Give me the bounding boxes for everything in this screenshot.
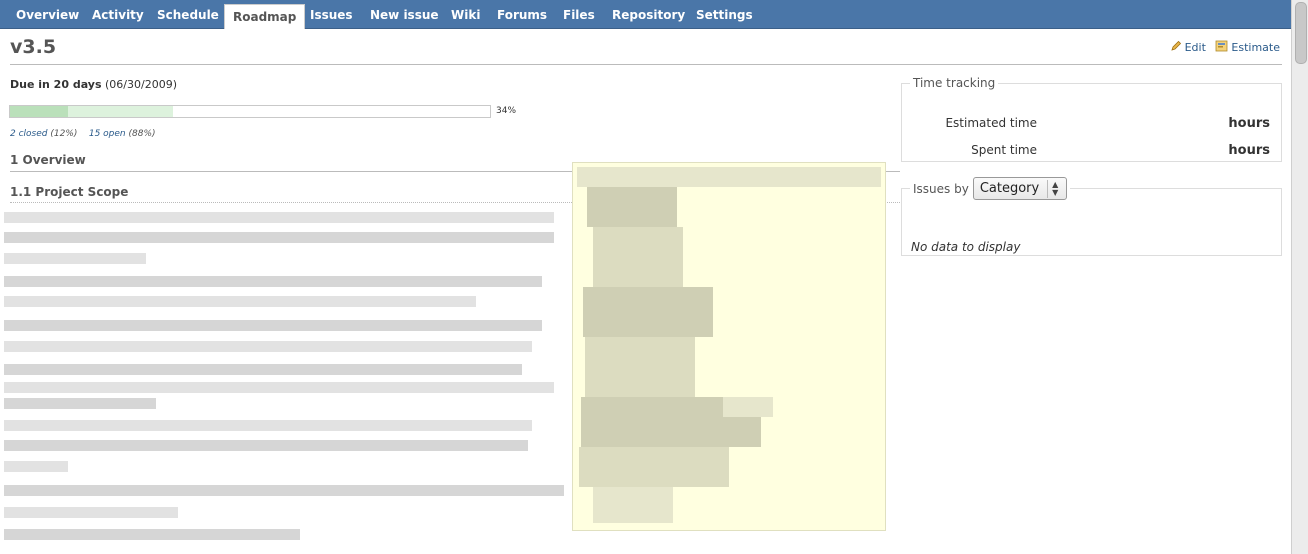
- tab-issues[interactable]: Issues: [302, 0, 361, 28]
- time-tracking-legend: Time tracking: [913, 76, 996, 90]
- issues-by-select[interactable]: Category ▲ ▼: [972, 177, 1068, 200]
- estimated-time-value: hours: [1228, 116, 1270, 131]
- due-date-value: (06/30/2009): [105, 78, 177, 91]
- spent-time-label: Spent time: [971, 143, 1037, 157]
- estimate-icon: [1215, 40, 1228, 55]
- estimate-label: Estimate: [1231, 41, 1280, 54]
- contextual-actions: Edit Estimate: [1164, 40, 1280, 55]
- due-label: Due in 20 days: [10, 78, 102, 91]
- issues-by-selected: Category: [979, 181, 1040, 196]
- closed-issues-percent: (12%): [50, 129, 78, 139]
- main-menu: Overview Activity Schedule Roadmap Issue…: [0, 0, 1292, 29]
- tab-overview[interactable]: Overview: [8, 0, 87, 28]
- estimate-link[interactable]: Estimate: [1215, 40, 1280, 55]
- tab-wiki[interactable]: Wiki: [443, 0, 488, 28]
- pencil-icon: [1170, 40, 1182, 55]
- tab-forums[interactable]: Forums: [489, 0, 555, 28]
- closed-issues-link[interactable]: 2 closed: [10, 129, 47, 139]
- no-data-message: No data to display: [911, 240, 1021, 254]
- tab-activity[interactable]: Activity: [84, 0, 152, 28]
- title-divider: [10, 64, 1282, 65]
- scrollbar-thumb[interactable]: [1295, 2, 1307, 64]
- issues-by-legend: Issues by Category ▲ ▼: [910, 177, 1070, 200]
- time-tracking-box: Time tracking Estimated time hours Spent…: [901, 76, 1282, 162]
- page-title: v3.5: [10, 36, 57, 58]
- wiki-heading-scope: 1.1 Project Scope: [10, 185, 129, 199]
- edit-link[interactable]: Edit: [1170, 40, 1206, 55]
- open-issues-link[interactable]: 15 open: [89, 129, 126, 139]
- due-date: Due in 20 days (06/30/2009): [10, 78, 177, 91]
- issues-by-label: Issues by: [913, 181, 969, 196]
- vertical-scrollbar[interactable]: [1291, 0, 1308, 554]
- progress-closed: [10, 106, 68, 117]
- edit-label: Edit: [1184, 41, 1206, 54]
- tab-repository[interactable]: Repository: [604, 0, 693, 28]
- select-arrows-icon: ▲ ▼: [1047, 179, 1062, 198]
- tab-files[interactable]: Files: [555, 0, 603, 28]
- issue-counts: 2 closed (12%) 15 open (88%): [10, 129, 156, 139]
- progress-bar: [9, 105, 491, 118]
- tab-roadmap[interactable]: Roadmap: [224, 4, 306, 29]
- wiki-heading-overview: 1 Overview: [10, 153, 86, 167]
- progress-done: [68, 106, 173, 117]
- progress-percent: 34%: [496, 106, 517, 116]
- tab-schedule[interactable]: Schedule: [149, 0, 227, 28]
- spent-time-value: hours: [1228, 143, 1270, 158]
- estimated-time-label: Estimated time: [945, 116, 1037, 130]
- embedded-image: [572, 162, 886, 531]
- issues-by-box: Issues by Category ▲ ▼ No data to display: [901, 177, 1282, 256]
- tab-settings[interactable]: Settings: [688, 0, 761, 28]
- tab-new-issue[interactable]: New issue: [362, 0, 447, 28]
- open-issues-percent: (88%): [128, 129, 156, 139]
